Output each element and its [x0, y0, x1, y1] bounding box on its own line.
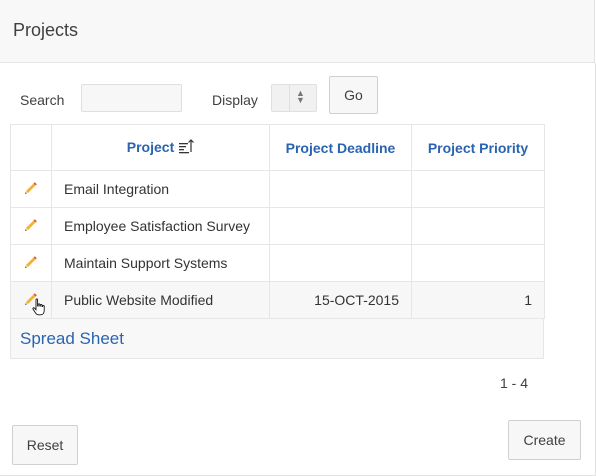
cell-deadline — [269, 244, 412, 282]
column-header-deadline[interactable]: Project Deadline — [269, 124, 412, 171]
projects-report: Project Project Deadline Project Priorit… — [10, 124, 545, 319]
cell-project: Public Website Modified — [51, 281, 270, 319]
table-row: Email Integration — [10, 170, 545, 208]
pagination-range: 1 - 4 — [500, 375, 529, 391]
table-row: Maintain Support Systems — [10, 244, 545, 282]
create-button[interactable]: Create — [508, 420, 581, 460]
cell-deadline — [269, 170, 412, 208]
cell-deadline: 15-OCT-2015 — [269, 281, 412, 319]
display-select[interactable]: ▲ ▼ — [271, 84, 317, 112]
select-arrows-icon: ▲ ▼ — [296, 88, 305, 105]
column-header-project-label: Project — [126, 139, 175, 155]
pencil-icon — [22, 216, 40, 234]
go-button[interactable]: Go — [329, 76, 378, 114]
pencil-icon — [22, 290, 45, 315]
hand-pointer-icon — [32, 297, 46, 319]
spreadsheet-download-link[interactable]: Spread Sheet — [20, 329, 124, 349]
region-title: Projects — [13, 20, 79, 40]
cell-priority — [411, 207, 545, 245]
sort-ascending-icon — [178, 138, 195, 157]
edit-column-header — [10, 124, 52, 171]
select-divider — [289, 85, 290, 111]
report-download-bar: Spread Sheet — [10, 319, 544, 359]
cell-priority — [411, 170, 545, 208]
search-label: Search — [20, 92, 65, 108]
pencil-icon — [22, 253, 40, 271]
edit-link[interactable] — [10, 244, 52, 282]
table-row: Public Website Modified 15-OCT-2015 1 — [10, 281, 545, 319]
edit-link[interactable] — [10, 207, 52, 245]
cell-priority — [411, 244, 545, 282]
region-header: Projects — [0, 0, 595, 63]
cell-project: Employee Satisfaction Survey — [51, 207, 270, 245]
cell-deadline — [269, 207, 412, 245]
column-header-priority[interactable]: Project Priority — [411, 124, 545, 171]
pencil-icon — [22, 179, 40, 197]
search-input[interactable] — [81, 84, 182, 112]
edit-link[interactable] — [10, 281, 52, 319]
cell-priority: 1 — [411, 281, 545, 319]
table-row: Employee Satisfaction Survey — [10, 207, 545, 245]
column-header-project[interactable]: Project — [51, 124, 270, 171]
display-label: Display — [212, 92, 258, 108]
cell-project: Maintain Support Systems — [51, 244, 270, 282]
cell-project: Email Integration — [51, 170, 270, 208]
edit-link[interactable] — [10, 170, 52, 208]
header-row: Project Project Deadline Project Priorit… — [10, 124, 545, 171]
reset-button[interactable]: Reset — [12, 425, 78, 465]
